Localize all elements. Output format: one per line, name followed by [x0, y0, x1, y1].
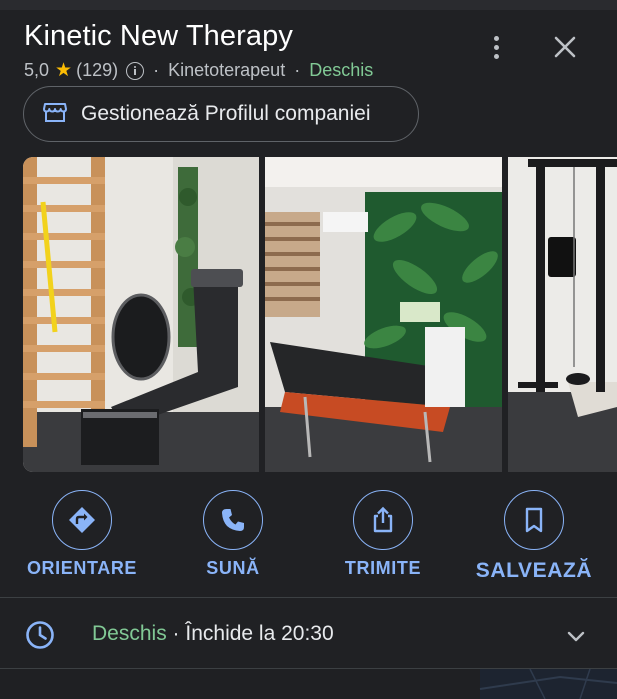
share-button[interactable]: TRIMITE — [333, 490, 433, 579]
hours-status: Deschis — [92, 622, 167, 645]
hours-row[interactable]: Deschis · Închide la 20:30 — [0, 600, 617, 668]
directions-label: ORIENTARE — [26, 558, 138, 578]
place-meta: 5,0 ★ (129) · Kinetoterapeut · Deschis — [24, 59, 484, 82]
call-label: SUNĂ — [206, 558, 260, 578]
hours-text: Deschis · Închide la 20:30 — [92, 622, 334, 646]
hours-detail: Închide la 20:30 — [185, 622, 334, 645]
photo-treatment-room[interactable] — [265, 157, 502, 472]
chevron-down-icon[interactable] — [564, 624, 588, 653]
bookmark-icon — [504, 490, 564, 550]
meta-separator: · — [294, 60, 301, 80]
star-icon: ★ — [55, 60, 73, 81]
place-title: Kinetic New Therapy — [24, 20, 293, 52]
share-label: TRIMITE — [344, 558, 422, 578]
photo-carousel[interactable] — [0, 157, 617, 472]
action-bar: ORIENTARE SUNĂ TRIMITE SALVEAZĂ — [0, 490, 617, 590]
phone-icon — [203, 490, 263, 550]
save-button[interactable]: SALVEAZĂ — [472, 490, 596, 583]
meta-separator: · — [153, 60, 160, 80]
call-button[interactable]: SUNĂ — [186, 490, 280, 579]
storefront-icon — [42, 99, 68, 130]
divider — [0, 597, 617, 598]
share-icon — [353, 490, 413, 550]
more-vert-icon[interactable] — [480, 30, 512, 64]
review-count[interactable]: (129) — [76, 60, 118, 81]
directions-icon — [52, 490, 112, 550]
directions-button[interactable]: ORIENTARE — [23, 490, 141, 579]
open-status: Deschis — [309, 60, 374, 80]
rating-value: 5,0 — [24, 60, 50, 80]
save-label: SALVEAZĂ — [475, 559, 593, 582]
manage-profile-label: Gestionează Profilul companiei — [81, 102, 371, 125]
clock-icon — [24, 619, 56, 656]
place-category: Kinetoterapeut — [168, 60, 286, 80]
close-icon[interactable] — [548, 30, 582, 64]
place-header: Kinetic New Therapy 5,0 ★ (129) · Kineto… — [24, 20, 484, 82]
photo-gym-equipment[interactable] — [23, 157, 259, 472]
info-icon[interactable] — [126, 61, 145, 80]
hours-separator: · — [166, 622, 186, 645]
map-peek — [0, 669, 617, 699]
photo-power-tower[interactable] — [508, 157, 617, 472]
top-strip — [0, 0, 617, 10]
manage-profile-button[interactable]: Gestionează Profilul companiei — [23, 86, 419, 142]
